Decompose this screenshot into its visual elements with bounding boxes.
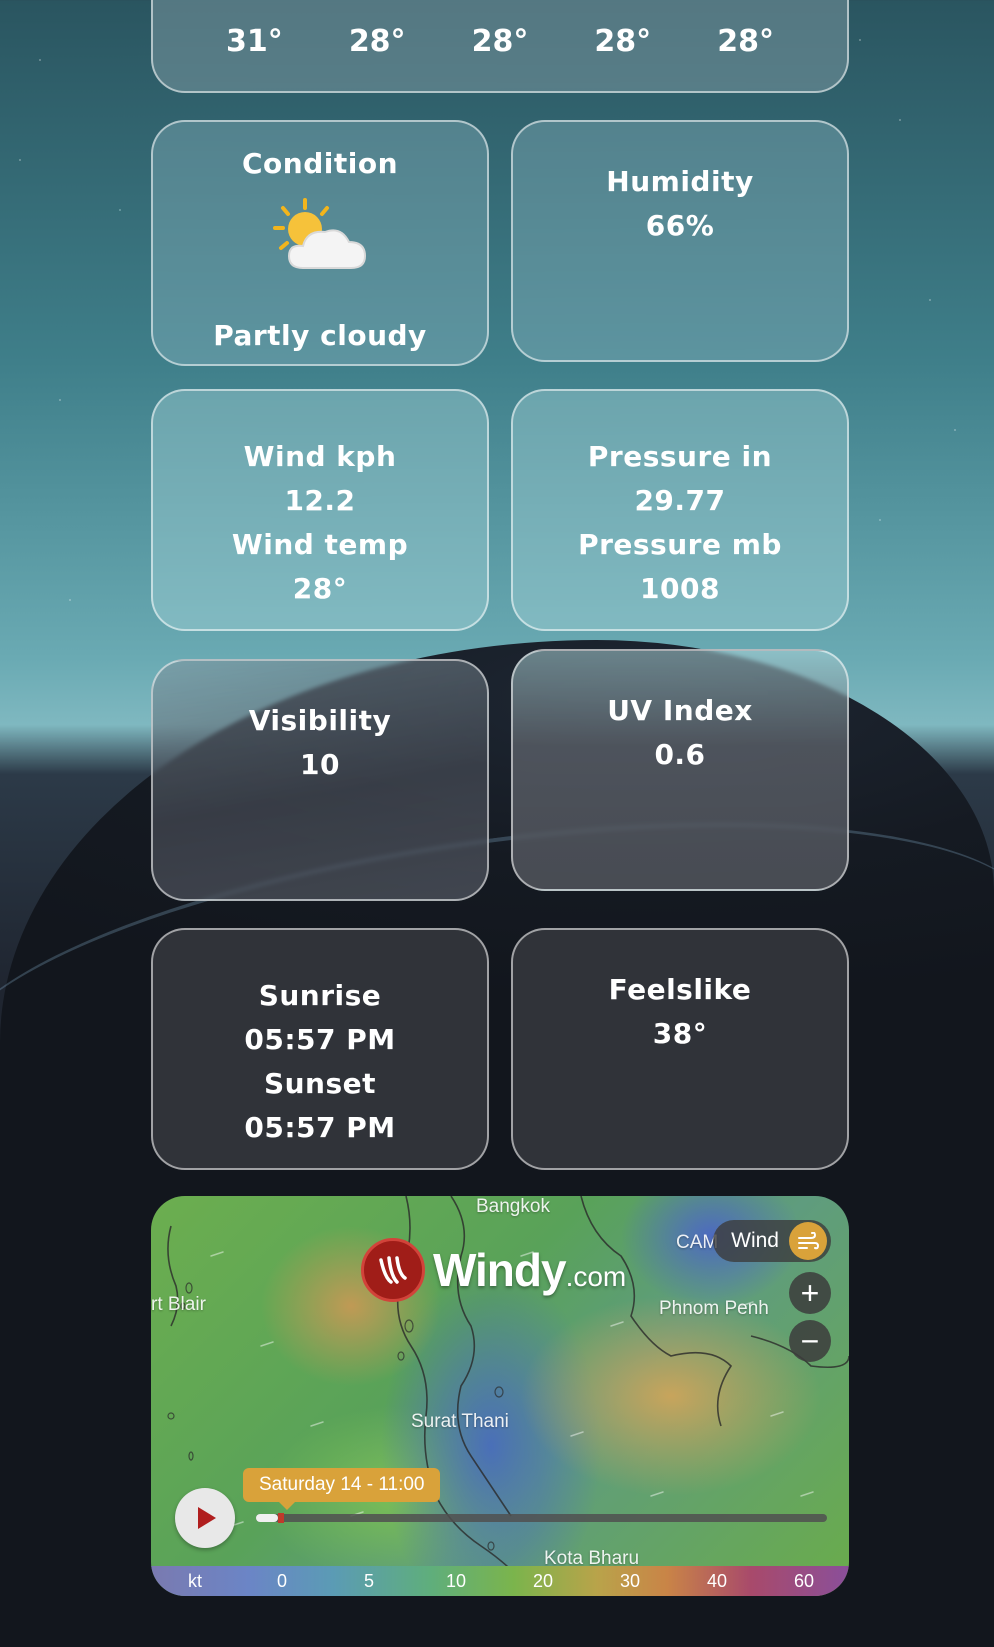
scale-tick: 10 <box>445 1570 467 1591</box>
zoom-out-button[interactable]: − <box>789 1320 831 1362</box>
sunrise-value: 05:57 PM <box>244 1023 396 1056</box>
wind-title: Wind kph <box>243 440 397 473</box>
condition-card: Condition Partly cloudy <box>151 120 489 366</box>
map-label-port-blair: rt Blair <box>151 1294 206 1315</box>
scale-tick: 60 <box>793 1570 815 1591</box>
scale-unit: kt <box>187 1570 203 1591</box>
scale-tick: 40 <box>706 1570 728 1591</box>
visibility-card: Visibility 10 <box>151 659 489 901</box>
wind-layer-label: Wind <box>731 1229 779 1252</box>
wind-temp-title: Wind temp <box>231 528 409 561</box>
play-button[interactable] <box>175 1488 235 1548</box>
play-icon <box>198 1507 216 1529</box>
map-label-cam: CAM <box>676 1232 719 1253</box>
hourly-temp: 28° <box>594 24 652 59</box>
timeline-progress <box>256 1514 278 1522</box>
scale-tick: 0 <box>276 1570 288 1591</box>
map-label-phnom-penh: Phnom Penh <box>659 1298 769 1319</box>
scale-tick: 20 <box>532 1570 554 1591</box>
zoom-in-button[interactable]: + <box>789 1272 831 1314</box>
wind-speed-scale: kt 0 5 10 20 30 40 60 <box>151 1566 849 1596</box>
humidity-title: Humidity <box>606 165 754 198</box>
windy-logo-text: Windy.com <box>433 1244 627 1296</box>
wind-value: 12.2 <box>284 484 356 517</box>
map-label-bangkok: Bangkok <box>476 1196 550 1217</box>
forecast-date-label: Saturday 14 - 11:00 <box>243 1468 441 1510</box>
pressure-card: Pressure in 29.77 Pressure mb 1008 <box>511 389 849 631</box>
humidity-value: 66% <box>645 209 715 242</box>
condition-text: Partly cloudy <box>213 319 427 352</box>
hourly-temp: 31° <box>226 24 283 59</box>
pressure-in-title: Pressure in <box>587 440 773 473</box>
feelslike-title: Feelslike <box>608 973 752 1006</box>
pressure-mb-title: Pressure mb <box>578 528 782 561</box>
visibility-value: 10 <box>300 748 340 781</box>
humidity-card: Humidity 66% <box>511 120 849 362</box>
scale-tick: 5 <box>363 1570 375 1591</box>
pressure-in-value: 29.77 <box>634 484 726 517</box>
scale-tick: 30 <box>619 1570 641 1591</box>
uv-index-value: 0.6 <box>654 738 706 771</box>
windy-logo-icon <box>361 1238 425 1302</box>
uv-index-card: UV Index 0.6 <box>511 649 849 891</box>
hourly-forecast-card: 31° 28° 28° 28° 28° <box>151 0 849 93</box>
partly-cloudy-icon <box>265 196 375 276</box>
wind-temp-value: 28° <box>292 572 348 605</box>
sun-times-card: Sunrise 05:57 PM Sunset 05:57 PM <box>151 928 489 1170</box>
hourly-temps: 31° 28° 28° 28° 28° <box>153 24 847 59</box>
windy-logo[interactable]: Windy.com <box>361 1238 626 1302</box>
hourly-temp: 28° <box>471 24 529 59</box>
pressure-mb-value: 1008 <box>640 572 720 605</box>
wind-card: Wind kph 12.2 Wind temp 28° <box>151 389 489 631</box>
feelslike-value: 38° <box>652 1017 708 1050</box>
wind-layer-button[interactable]: Wind <box>713 1220 831 1262</box>
hourly-temp: 28° <box>717 24 774 59</box>
timeline-handle[interactable] <box>277 1513 284 1523</box>
sunset-title: Sunset <box>263 1067 377 1100</box>
windy-map-widget[interactable]: Bangkok rt Blair CAM Phnom Penh Surat Th… <box>151 1196 849 1596</box>
sunset-value: 05:57 PM <box>244 1111 396 1144</box>
feelslike-card: Feelslike 38° <box>511 928 849 1170</box>
wind-icon <box>789 1222 827 1260</box>
map-label-surat-thani: Surat Thani <box>411 1411 509 1432</box>
sunrise-title: Sunrise <box>258 979 382 1012</box>
condition-title: Condition <box>241 147 398 180</box>
timeline-slider[interactable] <box>256 1513 827 1523</box>
uv-index-title: UV Index <box>607 694 753 727</box>
visibility-title: Visibility <box>248 704 392 737</box>
hourly-temp: 28° <box>348 24 406 59</box>
